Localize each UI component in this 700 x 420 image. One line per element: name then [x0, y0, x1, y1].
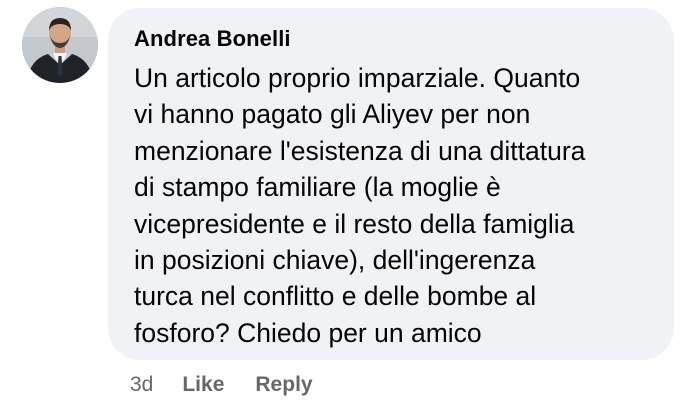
comment-text-line: menzionare l'esistenza di una dittatura: [134, 135, 586, 166]
avatar[interactable]: [22, 7, 98, 83]
comment-author[interactable]: Andrea Bonelli: [134, 26, 291, 52]
comment-timestamp[interactable]: 3d: [130, 373, 153, 397]
comment-text-line: turca nel conflitto e delle bombe al: [134, 281, 537, 312]
profile-photo: [22, 7, 98, 83]
comment-text-line: vi hanno pagato gli Aliyev per non: [134, 99, 531, 130]
comment-text-line: Un articolo proprio imparziale. Quanto: [134, 63, 581, 93]
comment-text-line: vicepresidente e il resto della famiglia: [134, 208, 575, 239]
comment-bubble: Andrea Bonelli Un articolo proprio impar…: [108, 8, 674, 360]
comment: Andrea Bonelli Un articolo proprio impar…: [0, 0, 700, 420]
reply-button[interactable]: Reply: [255, 373, 312, 397]
comment-text: Un articolo proprio imparziale. Quanto v…: [134, 60, 664, 351]
comment-actions: 3d Like Reply: [130, 370, 313, 400]
comment-text-line: in posizioni chiave), dell'ingerenza: [134, 245, 536, 276]
comment-text-line: di stampo familiare (la moglie è: [134, 172, 501, 203]
like-button[interactable]: Like: [182, 373, 224, 397]
comment-text-line: fosforo? Chiedo per un amico: [134, 317, 482, 348]
